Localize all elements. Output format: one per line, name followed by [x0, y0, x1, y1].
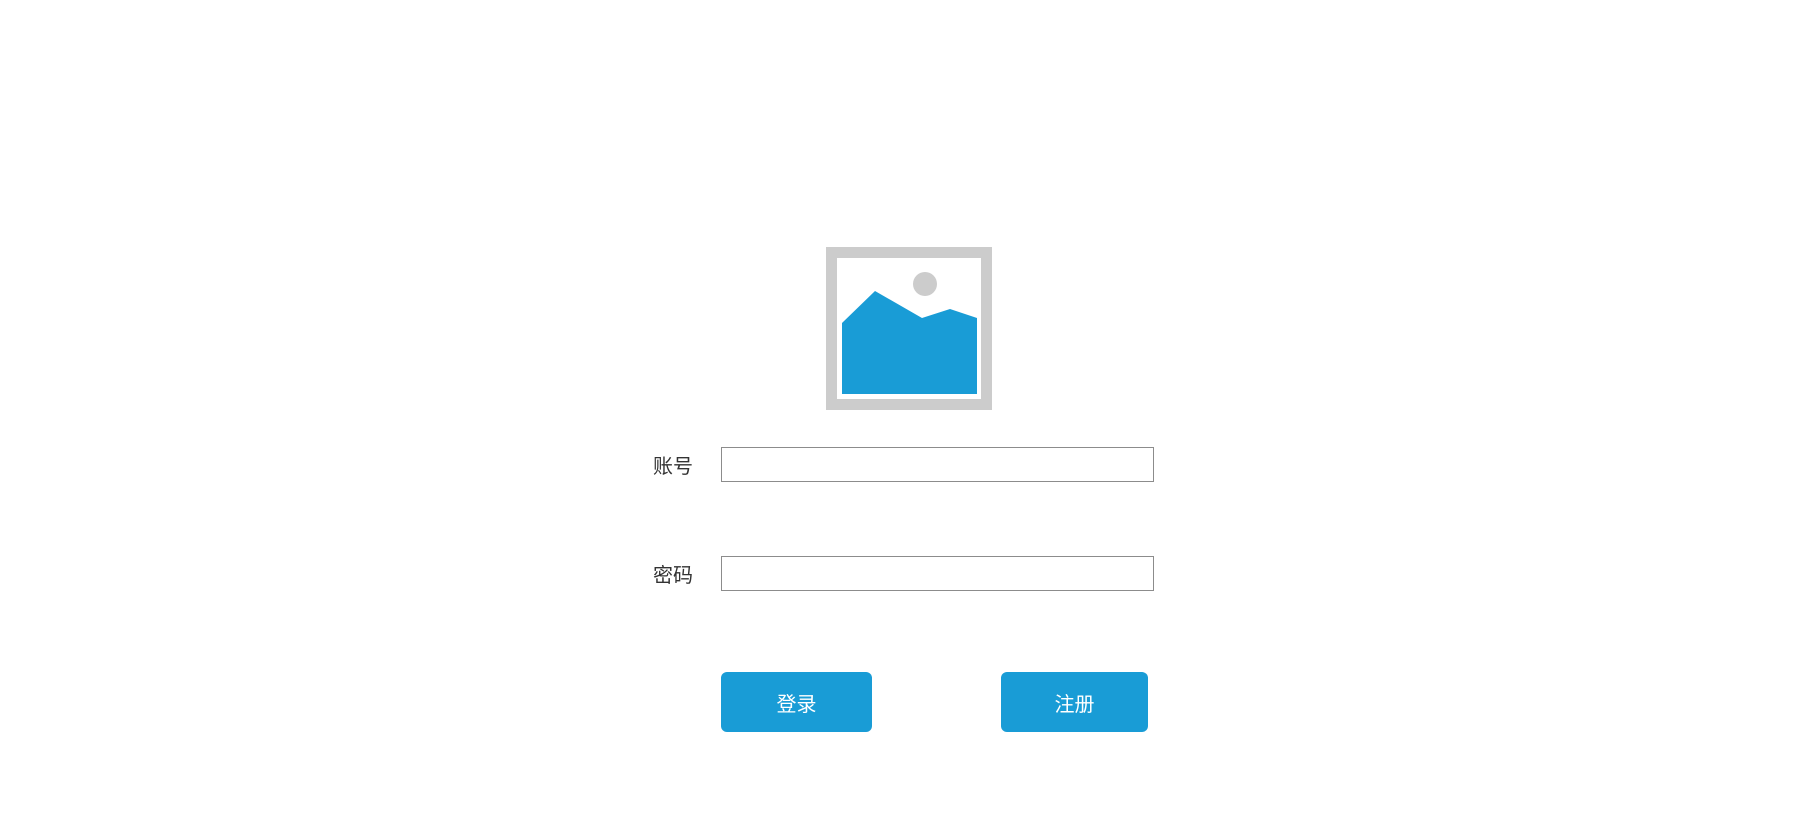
login-page: 账号 密码 登录 注册 [0, 0, 1819, 813]
password-input[interactable] [721, 556, 1154, 591]
register-button[interactable]: 注册 [1001, 672, 1148, 732]
account-label: 账号 [653, 454, 693, 478]
account-input[interactable] [721, 447, 1154, 482]
image-placeholder-icon [826, 247, 992, 410]
password-label: 密码 [653, 563, 693, 587]
login-button[interactable]: 登录 [721, 672, 872, 732]
